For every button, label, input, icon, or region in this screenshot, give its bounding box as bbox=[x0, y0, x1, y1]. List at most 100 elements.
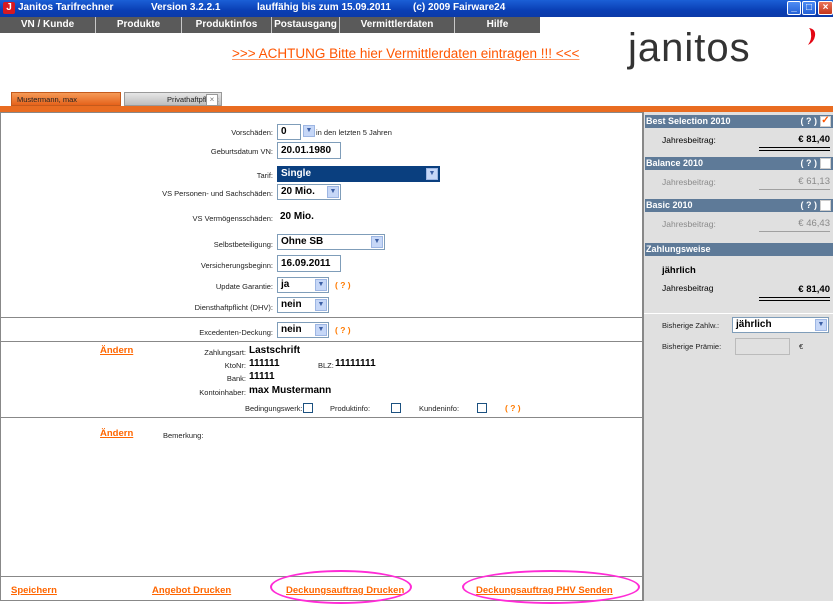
divider bbox=[759, 300, 830, 301]
menu-vn-kunde[interactable]: VN / Kunde bbox=[0, 17, 96, 33]
menu-produkte[interactable]: Produkte bbox=[96, 17, 182, 33]
vorschaeden-select[interactable]: 0 bbox=[277, 124, 301, 140]
bedingungswerk-label: Bedingungswerk: bbox=[245, 404, 303, 413]
vs-personen-value: 20 Mio. bbox=[281, 186, 315, 197]
selbstbeteiligung-label: Selbstbeteiligung: bbox=[213, 240, 273, 249]
maximize-icon[interactable]: □ bbox=[802, 1, 816, 15]
best-selection-checkbox[interactable]: ✓ bbox=[820, 116, 831, 127]
excedenten-select[interactable]: nein ▼ bbox=[277, 322, 329, 338]
balance-checkbox[interactable] bbox=[820, 158, 831, 169]
janitos-app-icon: J bbox=[3, 2, 15, 14]
kundeninfo-checkbox[interactable] bbox=[477, 403, 487, 413]
excedenten-dropdown-icon[interactable]: ▼ bbox=[315, 324, 327, 336]
menu-vermittlerdaten[interactable]: Vermittlerdaten bbox=[340, 17, 455, 33]
vermittler-warning-link[interactable]: >>> ACHTUNG Bitte hier Vermittlerdaten e… bbox=[232, 46, 579, 61]
versicherungsbeginn-input[interactable]: 16.09.2011 bbox=[277, 255, 341, 272]
vorschaeden-dropdown-icon[interactable]: ▼ bbox=[303, 125, 315, 137]
divider bbox=[759, 231, 830, 232]
vs-personen-dropdown-icon[interactable]: ▼ bbox=[327, 186, 339, 198]
zahlungsweise-jahresbeitrag-label: Jahresbeitrag bbox=[662, 283, 714, 293]
geburtsdatum-input[interactable]: 20.01.1980 bbox=[277, 142, 341, 159]
highlight-oval bbox=[462, 570, 640, 604]
tab-customer[interactable]: Mustermann, max bbox=[11, 92, 121, 106]
basic-help-link[interactable]: ( ? ) bbox=[801, 199, 818, 212]
produktinfo-label: Produktinfo: bbox=[330, 404, 371, 413]
menu-produktinfos[interactable]: Produktinfos bbox=[182, 17, 272, 33]
tab-privathaftpflicht[interactable]: Privathaftpflicht × bbox=[124, 92, 222, 106]
angebot-drucken-link[interactable]: Angebot Drucken bbox=[152, 585, 231, 596]
excedenten-label: Excedenten-Deckung: bbox=[199, 328, 273, 337]
update-garantie-label: Update Garantie: bbox=[215, 282, 273, 291]
zahlungsart-value: Lastschrift bbox=[249, 345, 301, 356]
tab-close-icon[interactable]: × bbox=[206, 94, 218, 106]
basic-header: Basic 2010 ( ? ) bbox=[645, 199, 833, 212]
bedingungswerk-checkbox[interactable] bbox=[303, 403, 313, 413]
ktonr-label: KtoNr: bbox=[224, 361, 246, 370]
divider bbox=[1, 341, 642, 342]
update-garantie-select[interactable]: ja ▼ bbox=[277, 277, 329, 293]
bisherige-zahlw-dropdown-icon[interactable]: ▼ bbox=[815, 319, 827, 331]
best-jahresbeitrag-label: Jahresbeitrag: bbox=[662, 135, 716, 145]
speichern-link[interactable]: Speichern bbox=[11, 585, 57, 596]
vorschaeden-value: 0 bbox=[281, 126, 287, 137]
best-amount: € 81,40 bbox=[798, 134, 830, 145]
menu-postausgang[interactable]: Postausgang bbox=[272, 17, 340, 33]
zahlungsweise-header: Zahlungsweise bbox=[645, 243, 833, 256]
tarif-dropdown-icon[interactable]: ▼ bbox=[426, 168, 438, 180]
best-selection-help-link[interactable]: ( ? ) bbox=[801, 115, 818, 128]
balance-jahresbeitrag-label: Jahresbeitrag: bbox=[662, 177, 716, 187]
excedenten-help-link[interactable]: ( ? ) bbox=[335, 325, 351, 335]
bisherige-praemie-input[interactable] bbox=[735, 338, 790, 355]
remarks-aendern-link[interactable]: Ändern bbox=[100, 428, 133, 439]
zahlungsweise-amount: € 81,40 bbox=[798, 284, 830, 295]
bemerkung-label: Bemerkung: bbox=[163, 431, 204, 440]
produktinfo-checkbox[interactable] bbox=[391, 403, 401, 413]
ktonr-value: 111111 bbox=[249, 358, 280, 369]
selbstbeteiligung-select[interactable]: Ohne SB ▼ bbox=[277, 234, 385, 250]
balance-title: Balance 2010 bbox=[646, 158, 704, 168]
bisherige-praemie-unit: € bbox=[799, 342, 804, 351]
divider bbox=[759, 189, 830, 190]
bisherige-zahlw-select[interactable]: jährlich ▼ bbox=[732, 317, 829, 333]
app-version: Version 3.2.2.1 bbox=[151, 2, 221, 13]
minimize-icon[interactable]: _ bbox=[787, 1, 801, 15]
geburtsdatum-label: Geburtsdatum VN: bbox=[210, 147, 273, 156]
close-icon[interactable]: × bbox=[818, 1, 833, 15]
bank-value: 11111 bbox=[249, 371, 275, 382]
vorschaeden-label: Vorschäden: bbox=[231, 128, 273, 137]
divider bbox=[1, 417, 642, 418]
vs-personen-label: VS Personen- und Sachschäden: bbox=[162, 189, 273, 198]
highlight-oval bbox=[270, 570, 412, 604]
dhv-select[interactable]: nein ▼ bbox=[277, 297, 329, 313]
vorschaeden-suffix: in den letzten 5 Jahren bbox=[316, 128, 392, 137]
menu-hilfe[interactable]: Hilfe bbox=[455, 17, 540, 33]
selbstbeteiligung-value: Ohne SB bbox=[281, 236, 324, 247]
versicherungsbeginn-label: Versicherungsbeginn: bbox=[200, 261, 273, 270]
blz-value: 11111111 bbox=[335, 358, 376, 369]
best-selection-title: Best Selection 2010 bbox=[646, 116, 731, 126]
docs-help-link[interactable]: ( ? ) bbox=[505, 403, 521, 413]
excedenten-value: nein bbox=[281, 324, 302, 335]
zahlungsart-label: Zahlungsart: bbox=[204, 348, 246, 357]
divider bbox=[759, 297, 830, 298]
blz-label: BLZ: bbox=[318, 361, 334, 370]
update-garantie-help-link[interactable]: ( ? ) bbox=[335, 280, 351, 290]
divider bbox=[759, 147, 830, 148]
tarif-label: Tarif: bbox=[256, 171, 273, 180]
janitos-logo: janitos bbox=[628, 26, 751, 70]
janitos-logo-mark-icon bbox=[808, 28, 816, 45]
tarif-select[interactable]: Single ▼ bbox=[277, 166, 440, 182]
vs-personen-select[interactable]: 20 Mio. ▼ bbox=[277, 184, 341, 200]
balance-help-link[interactable]: ( ? ) bbox=[801, 157, 818, 170]
divider bbox=[1, 317, 642, 318]
update-garantie-dropdown-icon[interactable]: ▼ bbox=[315, 279, 327, 291]
dhv-dropdown-icon[interactable]: ▼ bbox=[315, 299, 327, 311]
basic-checkbox[interactable] bbox=[820, 200, 831, 211]
app-title: Janitos Tarifrechner bbox=[18, 2, 114, 13]
selbstbeteiligung-dropdown-icon[interactable]: ▼ bbox=[371, 236, 383, 248]
basic-jahresbeitrag-label: Jahresbeitrag: bbox=[662, 219, 716, 229]
payment-aendern-link[interactable]: Ändern bbox=[100, 345, 133, 356]
balance-amount: € 61,13 bbox=[798, 176, 830, 187]
window-titlebar: J Janitos Tarifrechner Version 3.2.2.1 l… bbox=[0, 0, 833, 17]
tarif-value: Single bbox=[281, 168, 312, 179]
